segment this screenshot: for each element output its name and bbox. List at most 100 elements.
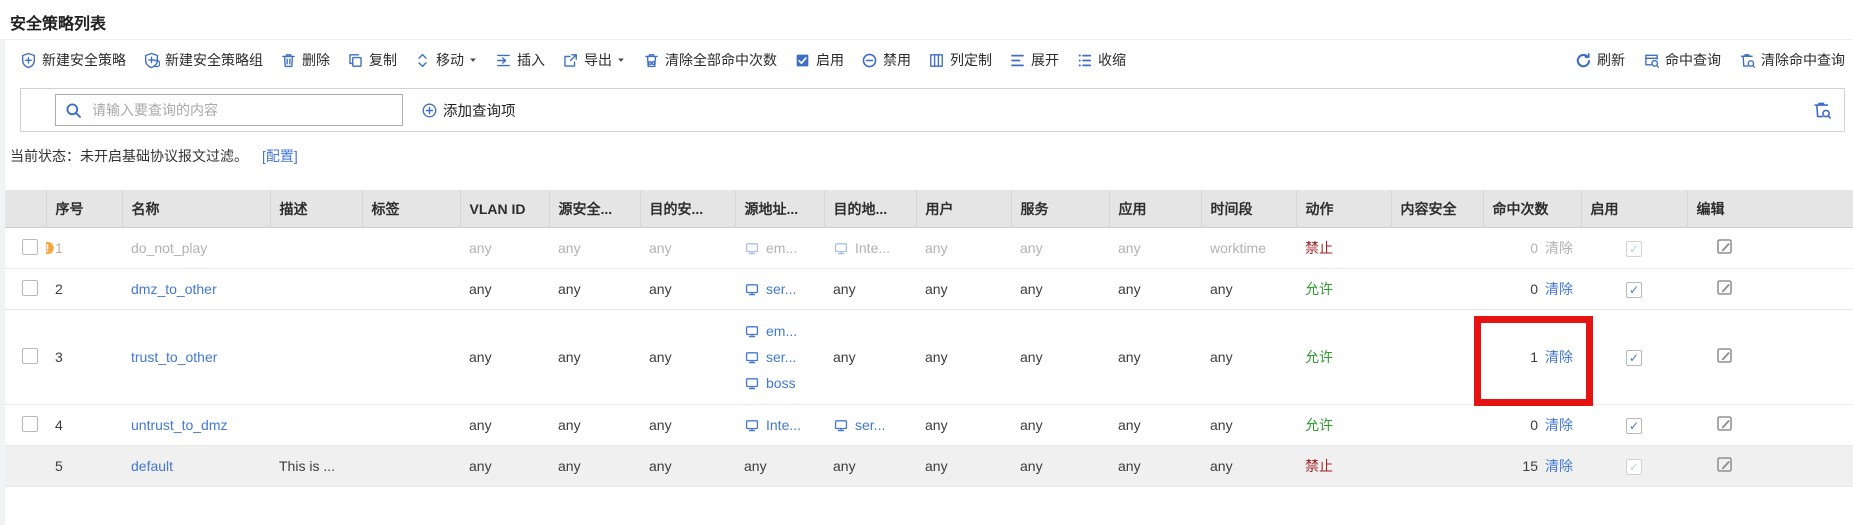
- clear-hits-link[interactable]: 清除: [1545, 417, 1573, 433]
- enabled-checkbox[interactable]: [1626, 282, 1642, 298]
- move-button[interactable]: 移动: [414, 50, 478, 70]
- cell-app: any: [1109, 310, 1201, 405]
- caret-down-icon: [616, 55, 626, 65]
- search-input[interactable]: [90, 101, 393, 119]
- enabled-checkbox[interactable]: [1626, 241, 1642, 257]
- src-addr-link[interactable]: boss: [766, 375, 796, 391]
- dst-addr-link[interactable]: ser...: [855, 417, 885, 433]
- row-select-checkbox[interactable]: [22, 416, 38, 432]
- src-addr-link[interactable]: Inte...: [766, 417, 801, 433]
- cell-service: any: [1011, 269, 1109, 310]
- collapse-lines-icon: [1076, 52, 1093, 69]
- column-customize-button[interactable]: 列定制: [928, 50, 992, 70]
- monitor-icon: [744, 376, 760, 391]
- copy-button[interactable]: 复制: [347, 50, 397, 70]
- edit-icon[interactable]: [1715, 346, 1734, 365]
- cell-src-zone: any: [549, 228, 640, 269]
- monitor-icon: [744, 324, 760, 339]
- button-label: 新建安全策略组: [165, 50, 263, 70]
- clear-query-icon[interactable]: [1812, 100, 1832, 120]
- delete-button[interactable]: 删除: [280, 50, 330, 70]
- header-content-security: 内容安全: [1391, 190, 1483, 228]
- row-select-checkbox[interactable]: [22, 280, 38, 296]
- header-hit-count: 命中次数: [1483, 190, 1581, 228]
- config-link[interactable]: [配置]: [262, 148, 298, 164]
- policy-name-link[interactable]: default: [131, 458, 173, 474]
- button-label: 新建安全策略: [42, 50, 126, 70]
- edit-icon[interactable]: [1715, 278, 1734, 297]
- hit-query-button[interactable]: 命中查询: [1643, 50, 1721, 70]
- cell-desc: [270, 228, 362, 269]
- toolbar: 新建安全策略 新建安全策略组 删除 复制 移动 插入 导出 清除全部命中次数 启…: [20, 42, 1845, 78]
- header-seq: 序号: [46, 190, 122, 228]
- expand-button[interactable]: 展开: [1009, 50, 1059, 70]
- new-policy-group-button[interactable]: 新建安全策略组: [143, 50, 263, 70]
- new-policy-button[interactable]: 新建安全策略: [20, 50, 126, 70]
- enable-button[interactable]: 启用: [794, 50, 844, 70]
- table-row: 2 dmz_to_other any any any ser... any an…: [0, 269, 1853, 310]
- src-addr-link[interactable]: em...: [766, 323, 797, 339]
- clear-hits-link[interactable]: 清除: [1545, 349, 1573, 365]
- clear-hits-link[interactable]: 清除: [1545, 240, 1573, 256]
- button-label: 清除命中查询: [1761, 50, 1845, 70]
- header-src-zone: 源安全...: [549, 190, 640, 228]
- cell-dst-zone: any: [640, 405, 735, 446]
- monitor-icon: [744, 241, 760, 256]
- collapse-button[interactable]: 收缩: [1076, 50, 1126, 70]
- add-query-item-button[interactable]: 添加查询项: [421, 100, 516, 121]
- cell-dst-addr: any: [824, 446, 916, 487]
- insert-button[interactable]: 插入: [495, 50, 545, 70]
- cell-desc: This is ...: [270, 446, 362, 487]
- cell-dst-zone: any: [640, 310, 735, 405]
- cell-tag: [362, 405, 460, 446]
- header-service: 服务: [1011, 190, 1109, 228]
- dst-addr-link[interactable]: Inte...: [855, 240, 890, 256]
- trash-icon: [280, 52, 297, 69]
- button-label: 复制: [369, 50, 397, 70]
- edit-icon[interactable]: [1715, 237, 1734, 256]
- src-addr-link[interactable]: em...: [766, 240, 797, 256]
- export-button[interactable]: 导出: [562, 50, 626, 70]
- header-enabled: 启用: [1581, 190, 1687, 228]
- cell-tag: [362, 446, 460, 487]
- clear-hit-query-icon: [1739, 52, 1756, 69]
- hit-query-icon: [1643, 52, 1660, 69]
- disable-button[interactable]: 禁用: [861, 50, 911, 70]
- search-box[interactable]: [55, 94, 403, 126]
- edit-icon[interactable]: [1715, 414, 1734, 433]
- header-vlan: VLAN ID: [460, 190, 549, 228]
- policy-name-link[interactable]: untrust_to_dmz: [131, 417, 228, 433]
- row-select-checkbox[interactable]: [22, 239, 38, 255]
- cell-seq: 5: [55, 458, 63, 474]
- enabled-checkbox[interactable]: [1626, 459, 1642, 475]
- clear-hit-query-button[interactable]: 清除命中查询: [1739, 50, 1845, 70]
- shield-plus-icon: [20, 52, 37, 69]
- cell-dst-addr: any: [824, 310, 916, 405]
- hit-count: 0: [1530, 240, 1538, 256]
- cell-desc: [270, 405, 362, 446]
- clear-all-hits-button[interactable]: 清除全部命中次数: [643, 50, 777, 70]
- cell-seq: 1: [55, 240, 63, 256]
- src-addr-link[interactable]: ser...: [766, 349, 796, 365]
- edit-icon[interactable]: [1715, 455, 1734, 474]
- policy-name[interactable]: do_not_play: [131, 240, 207, 256]
- row-select-checkbox[interactable]: [22, 348, 38, 364]
- enabled-checkbox[interactable]: [1626, 350, 1642, 366]
- clear-hits-link[interactable]: 清除: [1545, 458, 1573, 474]
- policy-name-link[interactable]: trust_to_other: [131, 349, 217, 365]
- refresh-button[interactable]: 刷新: [1575, 50, 1625, 70]
- policy-name-link[interactable]: dmz_to_other: [131, 281, 217, 297]
- left-edge-strip: [0, 40, 5, 525]
- cell-content-security: [1391, 269, 1483, 310]
- cell-src-zone: any: [549, 446, 640, 487]
- cell-service: any: [1011, 405, 1109, 446]
- divider: [0, 39, 1853, 40]
- clear-hits-link[interactable]: 清除: [1545, 281, 1573, 297]
- status-bar: 当前状态：未开启基础协议报文过滤。[配置]: [10, 146, 298, 166]
- cell-src-addr: any: [735, 446, 824, 487]
- enabled-checkbox[interactable]: [1626, 418, 1642, 434]
- src-addr-link[interactable]: ser...: [766, 281, 796, 297]
- button-label: 禁用: [883, 50, 911, 70]
- cell-content-security: [1391, 446, 1483, 487]
- header-edit: 编辑: [1687, 190, 1853, 228]
